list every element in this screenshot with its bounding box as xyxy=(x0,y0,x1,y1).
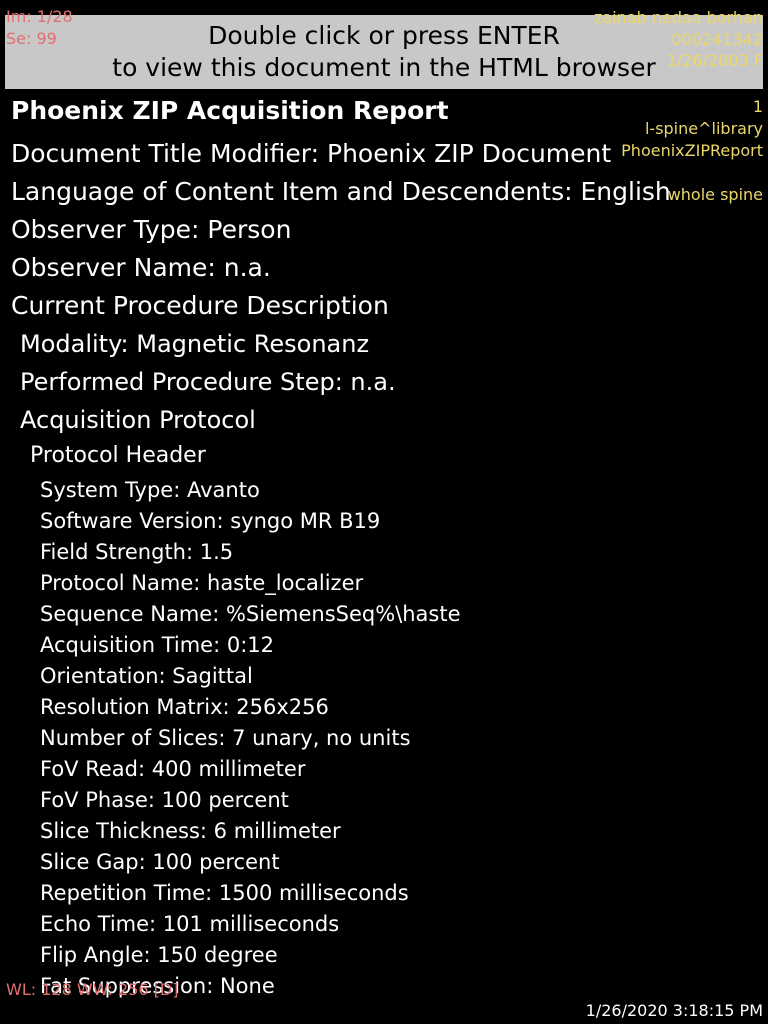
field-slice-gap: Slice Gap: 100 percent xyxy=(40,850,280,874)
series-number: Se: 99 xyxy=(6,29,57,48)
performed-step-line: Performed Procedure Step: n.a. xyxy=(20,368,396,396)
window-level: WL: 128 WW: 256 [D] xyxy=(6,980,179,999)
series-description: PhoenixZIPReport xyxy=(621,141,763,160)
image-index: Im: 1/28 xyxy=(6,7,73,26)
field-fov-phase: FoV Phase: 100 percent xyxy=(40,788,289,812)
field-system-type: System Type: Avanto xyxy=(40,478,260,502)
procedure-heading: Current Procedure Description xyxy=(11,291,389,320)
modality-line: Modality: Magnetic Resonanz xyxy=(20,330,370,358)
language-line: Language of Content Item and Descendents… xyxy=(11,177,671,206)
field-fov-read: FoV Read: 400 millimeter xyxy=(40,757,306,781)
title-modifier: Document Title Modifier: Phoenix ZIP Doc… xyxy=(11,139,612,168)
field-flip-angle: Flip Angle: 150 degree xyxy=(40,943,278,967)
study-description: l-spine^library xyxy=(644,119,763,138)
field-software-version: Software Version: syngo MR B19 xyxy=(40,509,381,533)
field-slice-thickness: Slice Thickness: 6 millimeter xyxy=(40,819,341,843)
field-sequence-name: Sequence Name: %SiemensSeq%\haste xyxy=(40,602,461,626)
patient-name: zainab nedaa borhan xyxy=(594,8,763,27)
body-part: whole spine xyxy=(667,185,763,204)
field-echo-time: Echo Time: 101 milliseconds xyxy=(40,912,340,936)
protocol-header: Protocol Header xyxy=(30,443,206,468)
field-protocol-name: Protocol Name: haste_localizer xyxy=(40,571,364,595)
study-number: 1 xyxy=(752,97,763,116)
report-title: Phoenix ZIP Acquisition Report xyxy=(11,96,449,125)
field-resolution-matrix: Resolution Matrix: 256x256 xyxy=(40,695,329,719)
field-acquisition-time: Acquisition Time: 0:12 xyxy=(40,633,274,657)
field-repetition-time: Repetition Time: 1500 milliseconds xyxy=(40,881,409,905)
current-datetime: 1/26/2020 3:18:15 PM xyxy=(585,1001,763,1020)
field-orientation: Orientation: Sagittal xyxy=(40,664,253,688)
field-number-of-slices: Number of Slices: 7 unary, no units xyxy=(40,726,411,750)
field-field-strength: Field Strength: 1.5 xyxy=(40,540,234,564)
protocol-heading: Acquisition Protocol xyxy=(20,406,256,434)
observer-type: Observer Type: Person xyxy=(11,215,292,244)
banner-line-2: to view this document in the HTML browse… xyxy=(112,53,656,82)
patient-id: 000241342 xyxy=(671,30,763,49)
observer-name: Observer Name: n.a. xyxy=(11,253,271,282)
patient-birthdate-sex: 1/26/2003 F xyxy=(666,51,763,70)
